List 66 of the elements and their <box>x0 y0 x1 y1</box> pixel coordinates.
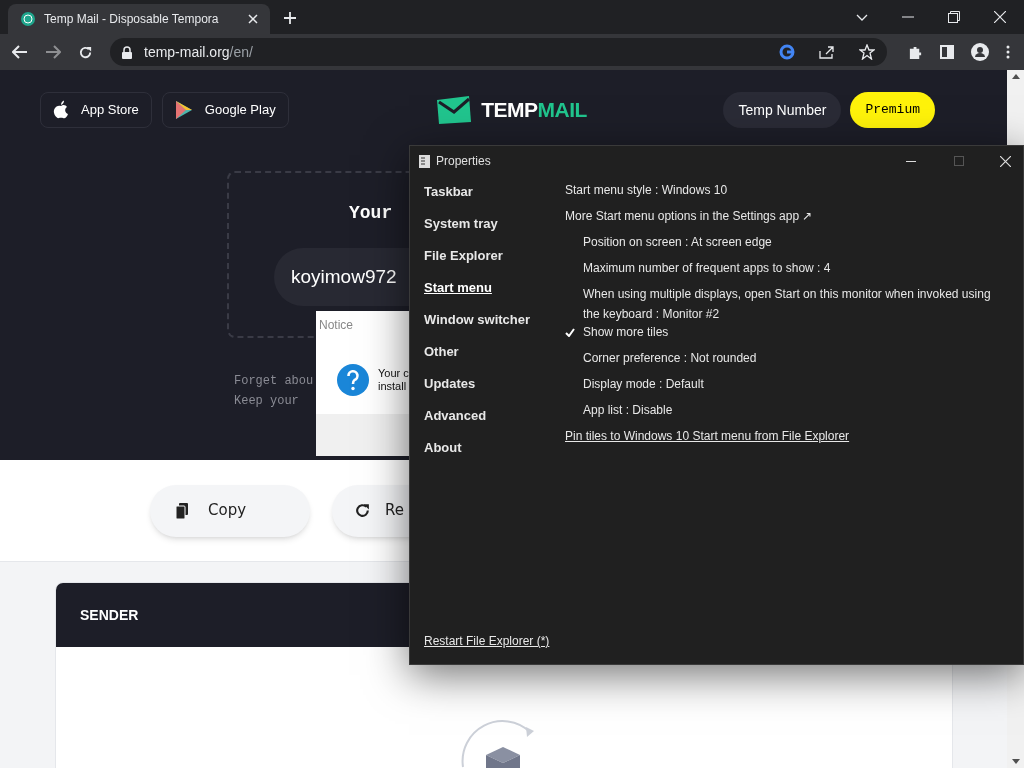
apple-icon <box>53 100 69 120</box>
copy-button[interactable]: Copy <box>150 484 310 537</box>
setting-option[interactable]: Maximum number of frequent apps to show : 4 <box>583 258 855 278</box>
puzzle-icon[interactable] <box>908 44 923 60</box>
description-line: Forget abou <box>234 373 314 390</box>
copy-icon <box>176 502 188 519</box>
nav-item[interactable]: Advanced <box>424 407 487 439</box>
nav-item[interactable]: Updates <box>424 375 476 407</box>
refresh-icon <box>354 502 371 519</box>
app-store-button[interactable]: App Store <box>40 92 152 128</box>
nav-item[interactable]: Other <box>424 343 459 375</box>
envelope-icon <box>435 96 474 124</box>
tab-title: Temp Mail - Disposable Tempora <box>44 11 220 28</box>
nav-item[interactable]: Taskbar <box>424 183 473 215</box>
google-play-button[interactable]: Google Play <box>161 92 289 128</box>
lock-icon <box>122 45 132 59</box>
share-icon[interactable] <box>819 45 835 59</box>
scroll-up-icon[interactable] <box>1011 74 1020 79</box>
pin-tiles-link[interactable]: Pin tiles to Windows 10 Start menu from File Explorer <box>565 428 850 454</box>
restart-explorer-link[interactable]: Restart File Explorer (*) <box>424 634 550 648</box>
setting-option[interactable]: When using multiple displays, open Start on this monitor when invoked using the keyboard : Monitor #2 <box>583 284 1023 324</box>
profile-icon[interactable] <box>971 43 989 61</box>
premium-button[interactable]: Premium <box>850 92 935 128</box>
app-icon <box>419 154 430 168</box>
browser-tab[interactable]: Temp Mail - Disposable Tempora <box>8 4 270 34</box>
reload-icon[interactable] <box>78 44 93 60</box>
close-icon[interactable] <box>994 11 1006 23</box>
setting-option[interactable]: Start menu style : Windows 10 <box>565 182 728 208</box>
url-text: temp-mail.org/en/ <box>144 42 254 62</box>
nav-item[interactable]: Window switcher <box>424 311 531 343</box>
nav-item[interactable]: System tray <box>424 215 498 247</box>
setting-option[interactable]: App list : Disable <box>583 400 697 420</box>
close-icon[interactable] <box>1000 155 1011 167</box>
scroll-down-icon[interactable] <box>1011 759 1020 764</box>
tempmail-logo: TEMPMAIL <box>435 94 587 126</box>
address-bar[interactable]: temp-mail.org/en/ <box>110 38 887 66</box>
description-line: Keep your <box>234 393 299 410</box>
menu-icon[interactable] <box>1006 45 1010 59</box>
dialog-message-line: Your c <box>378 367 410 380</box>
minimize-icon[interactable] <box>906 160 916 162</box>
back-icon[interactable] <box>12 45 28 59</box>
setting-option[interactable]: Corner preference : Not rounded <box>583 348 781 368</box>
setting-option[interactable]: Display mode : Default <box>583 374 728 394</box>
tab-search-icon[interactable] <box>856 14 868 22</box>
star-icon[interactable] <box>859 44 875 60</box>
heading-text: Your <box>349 202 393 225</box>
google-icon[interactable] <box>779 44 795 60</box>
side-panel-icon[interactable] <box>940 45 954 59</box>
restore-icon[interactable] <box>948 11 960 23</box>
forward-icon[interactable] <box>45 45 61 59</box>
checkmark-icon <box>565 328 575 337</box>
temp-number-button[interactable]: Temp Number <box>723 92 842 128</box>
play-store-icon <box>174 100 193 120</box>
question-icon <box>337 364 369 396</box>
maximize-icon <box>954 156 964 166</box>
close-icon[interactable] <box>248 14 258 24</box>
new-tab-icon[interactable] <box>284 12 296 24</box>
table-header: SENDER <box>80 605 139 625</box>
window-title: Properties <box>436 153 491 170</box>
dialog-title: Notice <box>318 317 354 334</box>
setting-option[interactable]: Position on screen : At screen edge <box>583 232 796 252</box>
setting-option[interactable]: Show more tiles <box>583 322 693 342</box>
nav-item[interactable]: About <box>424 439 462 471</box>
site-favicon-icon <box>20 11 36 27</box>
settings-app-link[interactable]: More Start menu options in the Settings app ↗ <box>565 208 813 234</box>
dialog-message-line: install <box>378 380 408 393</box>
